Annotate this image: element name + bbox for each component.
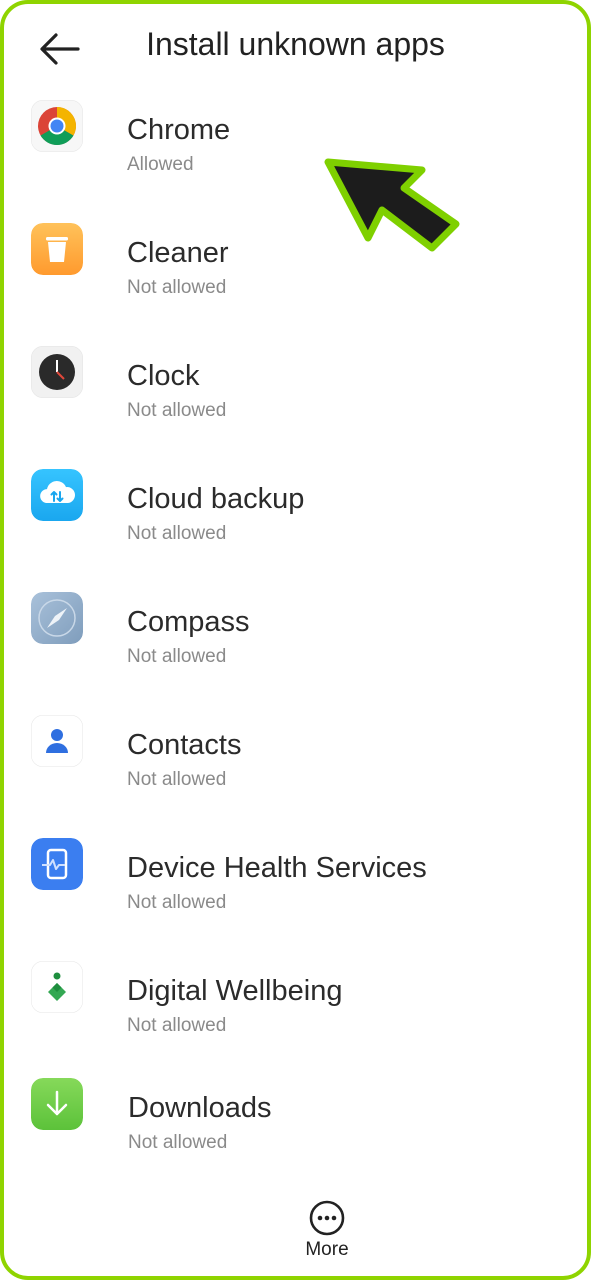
- app-name: Device Health Services: [127, 852, 427, 884]
- app-status: Not allowed: [127, 400, 227, 421]
- chrome-icon: [31, 100, 83, 152]
- app-status: Not allowed: [127, 769, 227, 790]
- person-icon: [31, 715, 83, 767]
- clock-icon: [31, 346, 83, 398]
- more-label: More: [305, 1239, 349, 1260]
- compass-icon: [31, 592, 83, 644]
- app-status: Allowed: [127, 154, 194, 175]
- list-item-device-health-services[interactable]: Device Health Services Not allowed: [4, 808, 587, 926]
- list-item-digital-wellbeing[interactable]: Digital Wellbeing Not allowed: [4, 931, 587, 1049]
- app-status: Not allowed: [127, 277, 227, 298]
- list-item-downloads[interactable]: Downloads Not allowed: [4, 1054, 587, 1172]
- pointer-arrow-icon: [324, 158, 460, 252]
- app-name: Cloud backup: [127, 483, 305, 515]
- app-name: Cleaner: [127, 237, 229, 269]
- list-item-clock[interactable]: Clock Not allowed: [4, 316, 587, 434]
- list-item-cleaner[interactable]: Cleaner Not allowed: [4, 193, 587, 311]
- wellbeing-icon: [31, 961, 83, 1013]
- app-name: Compass: [127, 606, 250, 638]
- cloud-icon: [31, 469, 83, 521]
- app-status: Not allowed: [127, 523, 227, 544]
- app-status: Not allowed: [127, 1015, 227, 1036]
- page-title: Install unknown apps: [146, 26, 445, 62]
- app-name: Clock: [127, 360, 200, 392]
- list-item-chrome[interactable]: Chrome Allowed: [4, 70, 587, 188]
- download-icon: [31, 1078, 83, 1130]
- more-button[interactable]: More: [276, 1199, 378, 1269]
- app-status: Not allowed: [127, 892, 227, 913]
- trash-icon: [31, 223, 83, 275]
- app-name: Chrome: [127, 114, 231, 146]
- app-status: Not allowed: [127, 646, 227, 667]
- app-name: Digital Wellbeing: [127, 975, 343, 1007]
- device-health-icon: [31, 838, 83, 890]
- list-item-contacts[interactable]: Contacts Not allowed: [4, 685, 587, 803]
- app-name: Downloads: [128, 1092, 272, 1124]
- list-item-cloud-backup[interactable]: Cloud backup Not allowed: [4, 439, 587, 557]
- more-dots-icon: [309, 1200, 345, 1236]
- phone-frame: Install unknown apps Chrome Allowed Clea…: [0, 0, 591, 1280]
- app-name: Contacts: [127, 729, 242, 761]
- list-item-compass[interactable]: Compass Not allowed: [4, 562, 587, 680]
- app-status: Not allowed: [128, 1132, 228, 1153]
